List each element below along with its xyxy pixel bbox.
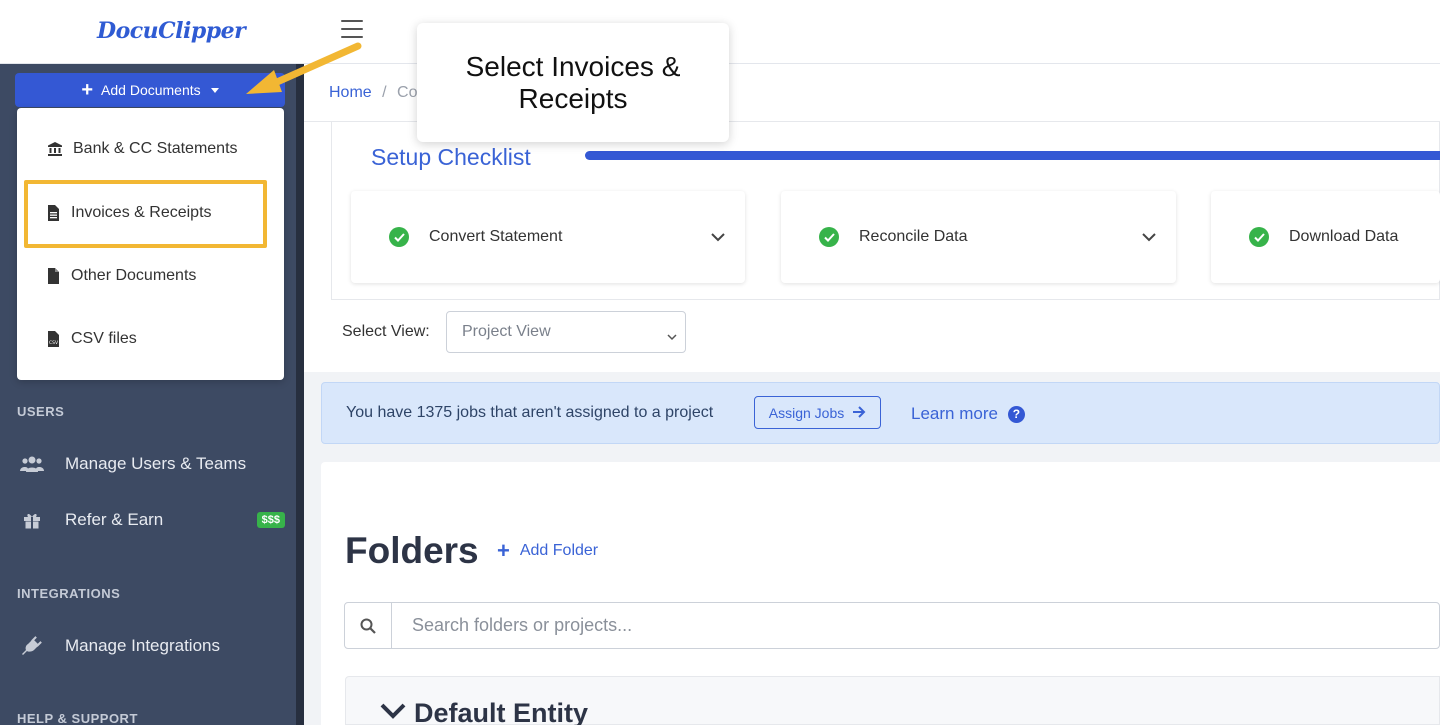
question-circle-icon: ? — [1007, 405, 1025, 423]
chevron-down-icon[interactable] — [1142, 229, 1156, 247]
bank-icon — [47, 141, 63, 157]
sidebar-item-label: Manage Users & Teams — [65, 454, 247, 473]
check-circle-icon — [389, 227, 409, 247]
caret-down-icon — [210, 87, 219, 93]
sidebar-heading-help: HELP & SUPPORT — [17, 711, 138, 725]
sidebar-scrollbar[interactable] — [296, 64, 304, 725]
plus-icon: + — [497, 538, 510, 563]
invoices-highlight-frame — [24, 180, 267, 248]
checklist-step-label: Download Data — [1289, 228, 1399, 245]
dropdown-item-csv-files[interactable]: CSV CSV files — [17, 319, 284, 359]
file-icon — [45, 268, 61, 284]
svg-text:CSV: CSV — [49, 340, 59, 346]
breadcrumb-current: Co — [397, 84, 418, 101]
arrow-right-icon — [852, 405, 866, 421]
learn-more-label: Learn more — [911, 404, 998, 423]
add-documents-label: Add Documents — [101, 82, 201, 98]
csv-file-icon: CSV — [45, 331, 61, 347]
assign-jobs-label: Assign Jobs — [768, 404, 845, 421]
setup-checklist-title: Setup Checklist — [371, 144, 531, 170]
alert-text: You have 1375 jobs that aren't assigned … — [346, 404, 714, 421]
check-circle-icon — [819, 227, 839, 247]
sidebar-item-refer-earn[interactable]: Refer & Earn $$$ — [20, 505, 285, 535]
checklist-step-label: Convert Statement — [429, 228, 563, 245]
sidebar-item-manage-users[interactable]: Manage Users & Teams — [20, 449, 285, 479]
menu-toggle-icon[interactable] — [341, 20, 363, 38]
checklist-step-convert[interactable]: Convert Statement — [351, 191, 745, 283]
add-folder-button[interactable]: + Add Folder — [497, 540, 598, 562]
chevron-down-icon[interactable] — [711, 229, 725, 247]
check-circle-icon — [1249, 227, 1269, 247]
view-select-value: Project View — [462, 323, 551, 340]
folders-title: Folders — [345, 530, 479, 571]
chevron-down-icon[interactable] — [380, 703, 406, 724]
view-select[interactable]: Project View — [446, 311, 686, 353]
dropdown-item-label: CSV files — [71, 330, 137, 347]
users-icon — [20, 455, 44, 473]
checklist-step-download[interactable]: Download Data — [1211, 191, 1440, 283]
sidebar-heading-integrations: INTEGRATIONS — [17, 586, 121, 601]
add-folder-label: Add Folder — [519, 542, 599, 559]
sidebar-item-label: Refer & Earn — [65, 510, 164, 529]
chevron-down-icon — [667, 328, 677, 346]
folder-search-input[interactable] — [393, 603, 1433, 648]
dropdown-item-label: Bank & CC Statements — [73, 140, 238, 157]
instruction-callout: Select Invoices & Receipts — [417, 23, 729, 142]
refer-badge: $$$ — [256, 512, 285, 528]
default-entity-title: Default Entity — [414, 698, 589, 725]
annotation-arrow-icon — [246, 42, 362, 94]
plus-icon: + — [81, 79, 94, 101]
search-icon — [344, 602, 392, 649]
checklist-step-label: Reconcile Data — [859, 228, 968, 245]
app-logo[interactable]: DocuClipper — [97, 18, 246, 44]
breadcrumb-separator: / — [382, 84, 387, 101]
plug-icon — [20, 635, 44, 657]
dropdown-item-other-documents[interactable]: Other Documents — [17, 256, 284, 296]
dropdown-item-label: Other Documents — [71, 267, 197, 284]
dropdown-item-bank-statements[interactable]: Bank & CC Statements — [17, 129, 284, 169]
sidebar-item-label: Manage Integrations — [65, 636, 220, 655]
learn-more-link[interactable]: Learn more ? — [911, 404, 1025, 424]
checklist-progress-bar — [585, 151, 1440, 160]
select-view-label: Select View: — [342, 323, 430, 340]
gift-icon — [20, 511, 44, 529]
sidebar-heading-users: USERS — [17, 404, 65, 419]
checklist-step-reconcile[interactable]: Reconcile Data — [781, 191, 1176, 283]
sidebar-item-manage-integrations[interactable]: Manage Integrations — [20, 631, 285, 661]
assign-jobs-button[interactable]: Assign Jobs — [754, 396, 881, 429]
